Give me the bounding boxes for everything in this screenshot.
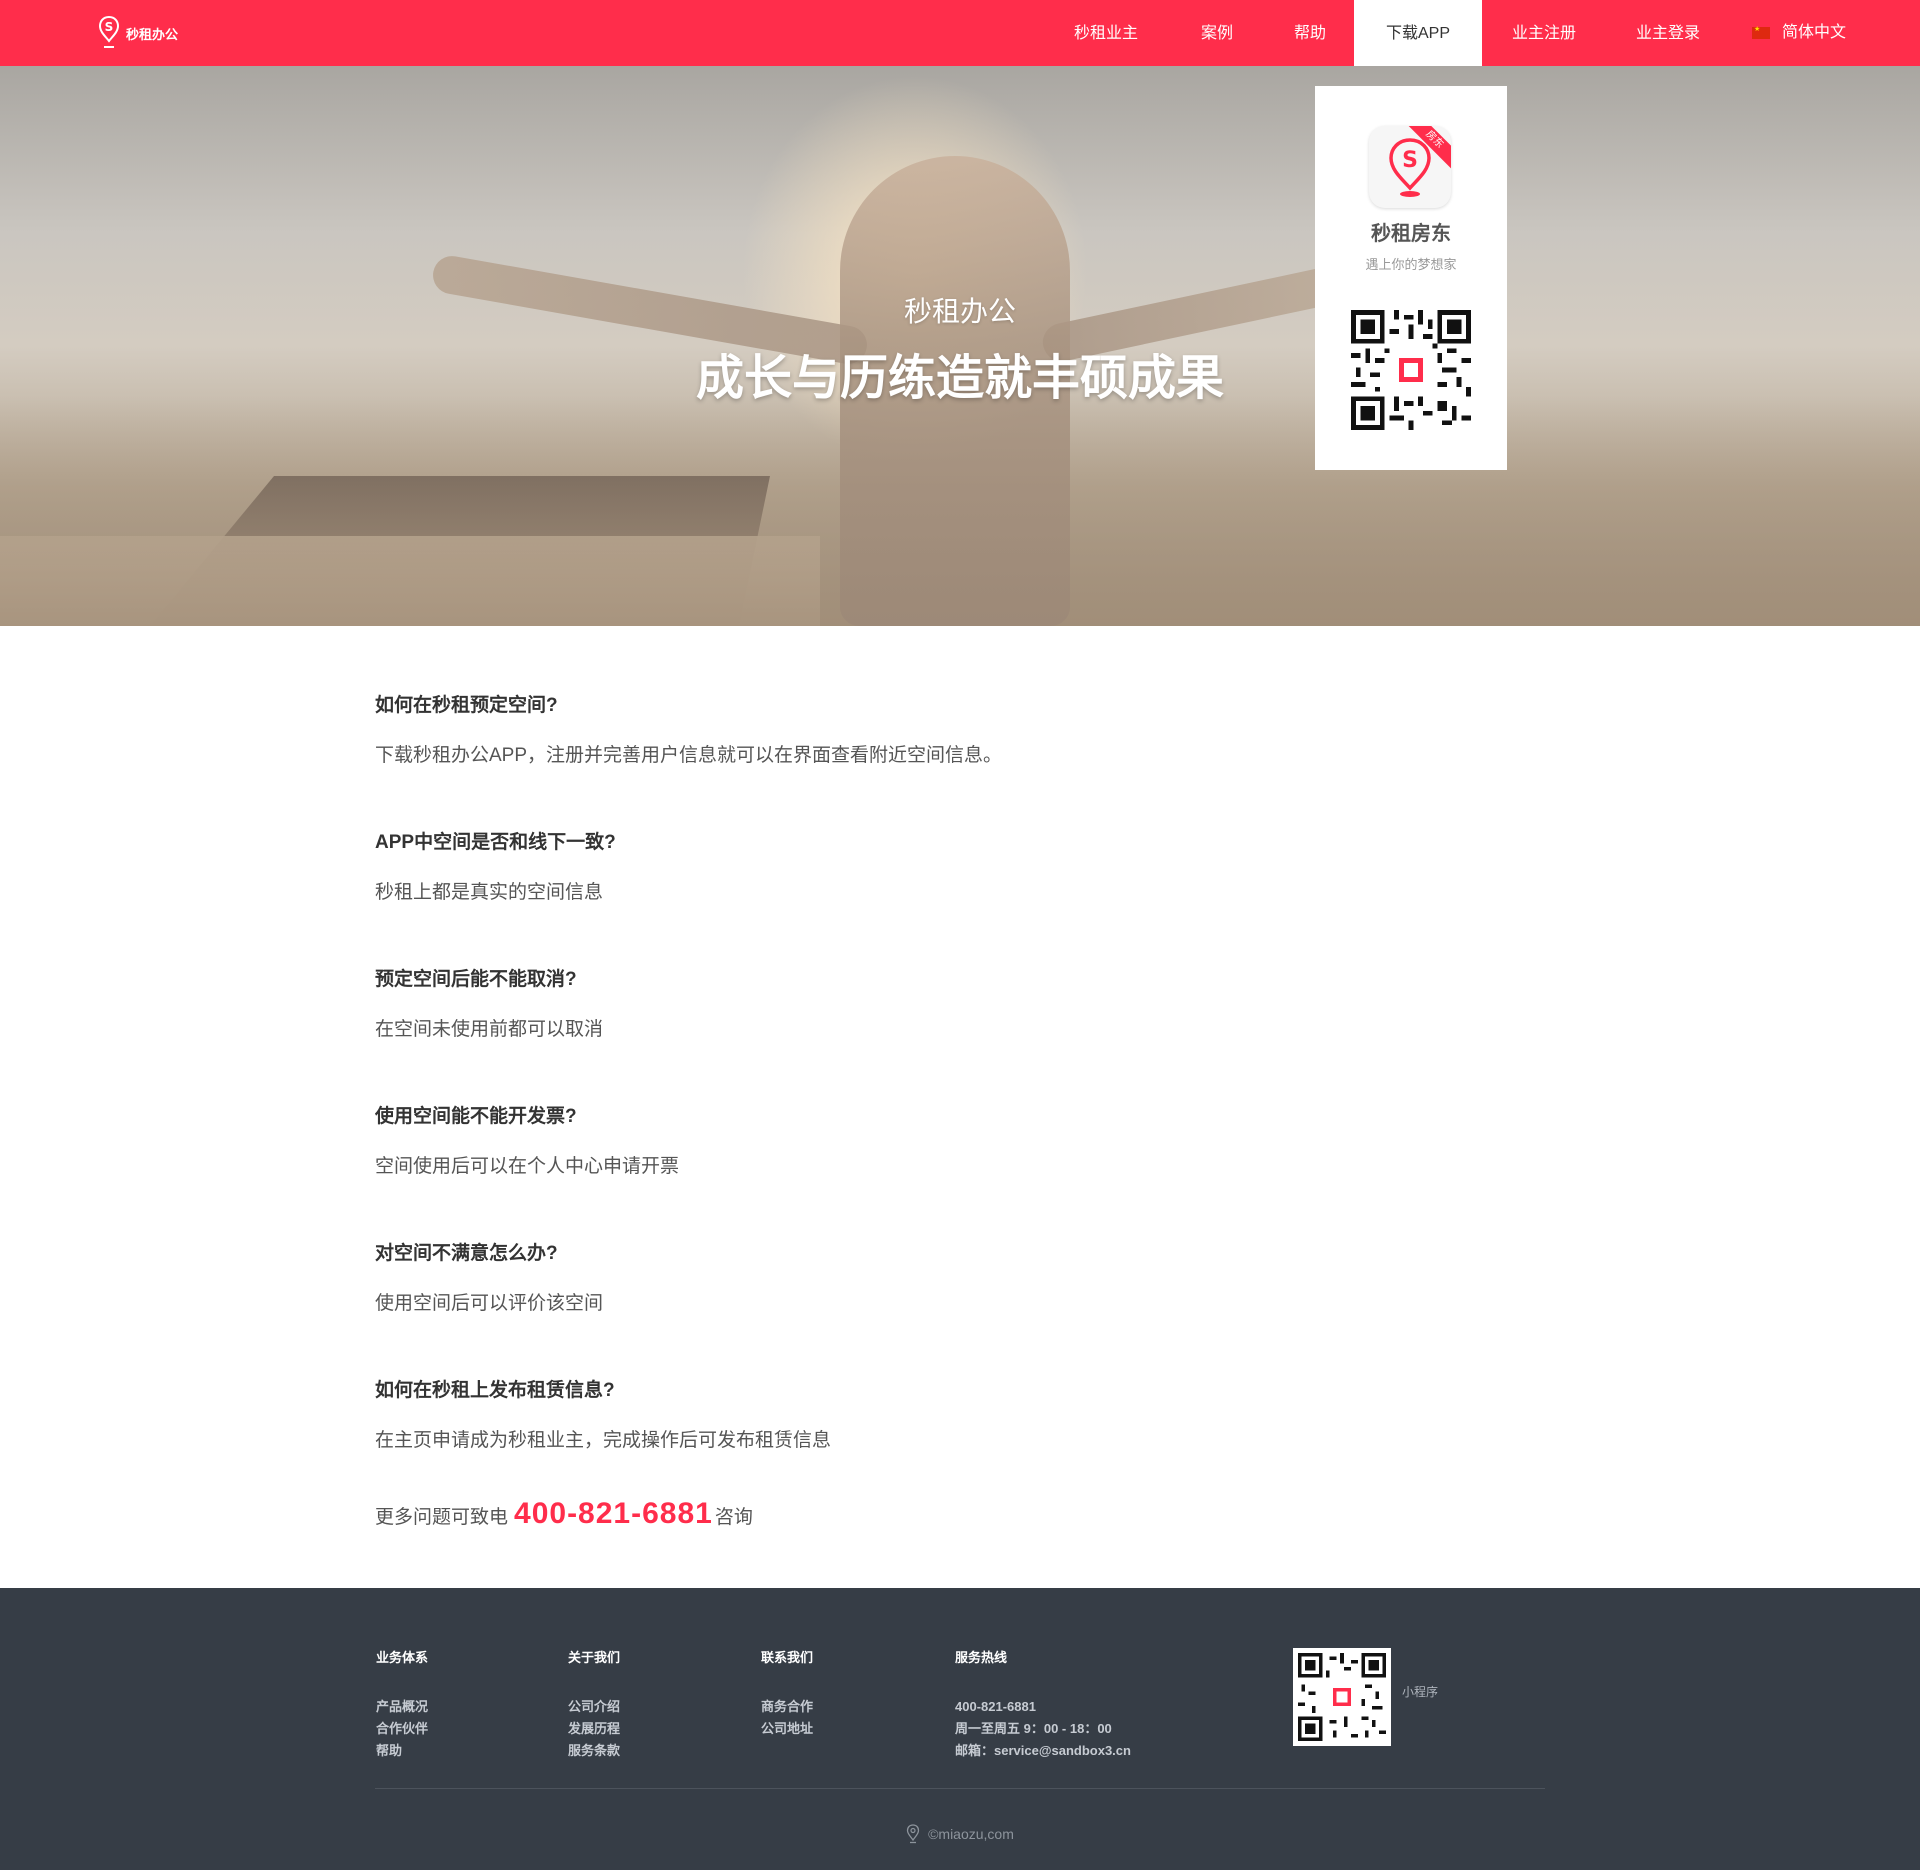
- footer-link-address[interactable]: 公司地址: [761, 1718, 813, 1740]
- footer-link-history[interactable]: 发展历程: [568, 1718, 620, 1740]
- faq-item: 如何在秒租预定空间? 下载秒租办公APP，注册并完善用户信息就可以在界面查看附近…: [375, 690, 1545, 827]
- footer-link-help[interactable]: 帮助: [376, 1740, 428, 1762]
- faq-question: 使用空间能不能开发票?: [375, 1106, 577, 1127]
- footer-link-partners[interactable]: 合作伙伴: [376, 1718, 428, 1740]
- faq-question: 如何在秒租上发布租赁信息?: [375, 1380, 615, 1401]
- hero-title: 成长与历练造就丰硕成果: [695, 352, 1224, 405]
- faq-answer: 在空间未使用前都可以取消: [375, 1019, 604, 1040]
- contact-suffix: 咨询: [714, 1507, 753, 1528]
- faq-item: APP中空间是否和线下一致? 秒租上都是真实的空间信息: [375, 827, 1545, 964]
- faq-question: 对空间不满意怎么办?: [375, 1243, 558, 1264]
- hero-subtitle: 秒租办公: [903, 296, 1016, 327]
- mini-program-qr: [1293, 1648, 1391, 1746]
- faq-question: 如何在秒租预定空间?: [375, 695, 558, 716]
- top-navigation-bar: S 秒租办公 秒租业主 案例 帮助 下载APP 业主注册 业主登录 简体中文: [0, 0, 1920, 66]
- svg-text:S: S: [1402, 148, 1418, 173]
- faq-answer: 在主页申请成为秒租业主，完成操作后可发布租赁信息: [375, 1430, 832, 1451]
- mini-program-qr-code-icon: [1298, 1653, 1386, 1741]
- footer-copyright: ©miaozu,com: [0, 1824, 1920, 1844]
- svg-text:S: S: [105, 20, 114, 34]
- nav-download-app[interactable]: 下载APP: [1354, 0, 1482, 66]
- download-qr-code-icon: [1351, 310, 1471, 430]
- app-icon[interactable]: S 房东: [1369, 126, 1451, 208]
- footer-column-title: 业务体系: [376, 1650, 429, 1665]
- footer-hotline-email[interactable]: 邮箱：service@sandbox3.cn: [955, 1740, 1131, 1762]
- app-name: 秒租房东: [1371, 223, 1451, 245]
- brand-logo[interactable]: S 秒租办公: [98, 15, 178, 51]
- footer-column-hotline: 服务热线 400-821-6881 周一至周五 9：00 - 18：00 邮箱：…: [955, 1647, 1131, 1762]
- faq-list: 如何在秒租预定空间? 下载秒租办公APP，注册并完善用户信息就可以在界面查看附近…: [375, 690, 1545, 1512]
- footer-column-contact: 联系我们 商务合作 公司地址: [761, 1647, 813, 1740]
- footer-column-title: 关于我们: [568, 1650, 621, 1665]
- footer-divider: [375, 1788, 1545, 1789]
- faq-item: 预定空间后能不能取消? 在空间未使用前都可以取消: [375, 964, 1545, 1101]
- faq-question: APP中空间是否和线下一致?: [375, 832, 616, 853]
- faq-answer: 空间使用后可以在个人中心申请开票: [375, 1156, 680, 1177]
- nav-owner-register[interactable]: 业主注册: [1482, 0, 1606, 66]
- location-s-logo-icon: S: [98, 15, 120, 48]
- faq-answer: 下载秒租办公APP，注册并完善用户信息就可以在界面查看附近空间信息。: [375, 745, 1003, 766]
- nav-help[interactable]: 帮助: [1266, 0, 1354, 66]
- nav-cases[interactable]: 案例: [1168, 0, 1266, 66]
- footer-column-title: 联系我们: [761, 1650, 814, 1665]
- site-footer: 业务体系 产品概况 合作伙伴 帮助 关于我们 公司介绍 发展历程 服务条款 联系…: [0, 1588, 1920, 1870]
- nav-owner[interactable]: 秒租业主: [1044, 0, 1168, 66]
- contact-phone[interactable]: 400-821-6881: [514, 1497, 713, 1531]
- mini-program-label: 小程序: [1402, 1685, 1439, 1699]
- footer-link-business[interactable]: 商务合作: [761, 1696, 813, 1718]
- app-download-card: S 房东 秒租房东 遇上你的梦想家: [1315, 86, 1507, 470]
- faq-answer: 秒租上都是真实的空间信息: [375, 882, 604, 903]
- footer-hotline-phone: 400-821-6881: [955, 1699, 1036, 1714]
- faq-answer: 使用空间后可以评价该空间: [375, 1293, 604, 1314]
- faq-question: 预定空间后能不能取消?: [375, 969, 577, 990]
- copyright-text: ©miaozu,com: [928, 1826, 1014, 1842]
- faq-item: 使用空间能不能开发票? 空间使用后可以在个人中心申请开票: [375, 1101, 1545, 1238]
- footer-link-product[interactable]: 产品概况: [376, 1696, 428, 1718]
- hero-banner: 秒租办公 成长与历练造就丰硕成果: [0, 66, 1920, 626]
- china-flag-icon: [1751, 24, 1770, 39]
- location-pin-icon: [906, 1824, 920, 1844]
- footer-link-terms[interactable]: 服务条款: [568, 1740, 620, 1762]
- faq-item: 对空间不满意怎么办? 使用空间后可以评价该空间: [375, 1238, 1545, 1375]
- language-switcher[interactable]: 简体中文: [1730, 0, 1868, 66]
- contact-prefix: 更多问题可致电: [375, 1507, 509, 1528]
- footer-column-business: 业务体系 产品概况 合作伙伴 帮助: [376, 1647, 428, 1762]
- main-nav: 秒租业主 案例 帮助 下载APP 业主注册 业主登录 简体中文: [1044, 0, 1920, 66]
- contact-more: 更多问题可致电 400-821-6881 咨询: [375, 1497, 753, 1531]
- footer-link-company[interactable]: 公司介绍: [568, 1696, 620, 1718]
- nav-owner-login[interactable]: 业主登录: [1606, 0, 1730, 66]
- footer-column-about: 关于我们 公司介绍 发展历程 服务条款: [568, 1647, 620, 1762]
- app-slogan: 遇上你的梦想家: [1365, 257, 1457, 272]
- footer-hotline-hours: 周一至周五 9：00 - 18：00: [955, 1721, 1112, 1736]
- language-label: 简体中文: [1781, 24, 1846, 41]
- faq-item: 如何在秒租上发布租赁信息? 在主页申请成为秒租业主，完成操作后可发布租赁信息: [375, 1375, 1545, 1512]
- footer-column-title: 服务热线: [955, 1650, 1008, 1665]
- brand-name: 秒租办公: [126, 26, 179, 42]
